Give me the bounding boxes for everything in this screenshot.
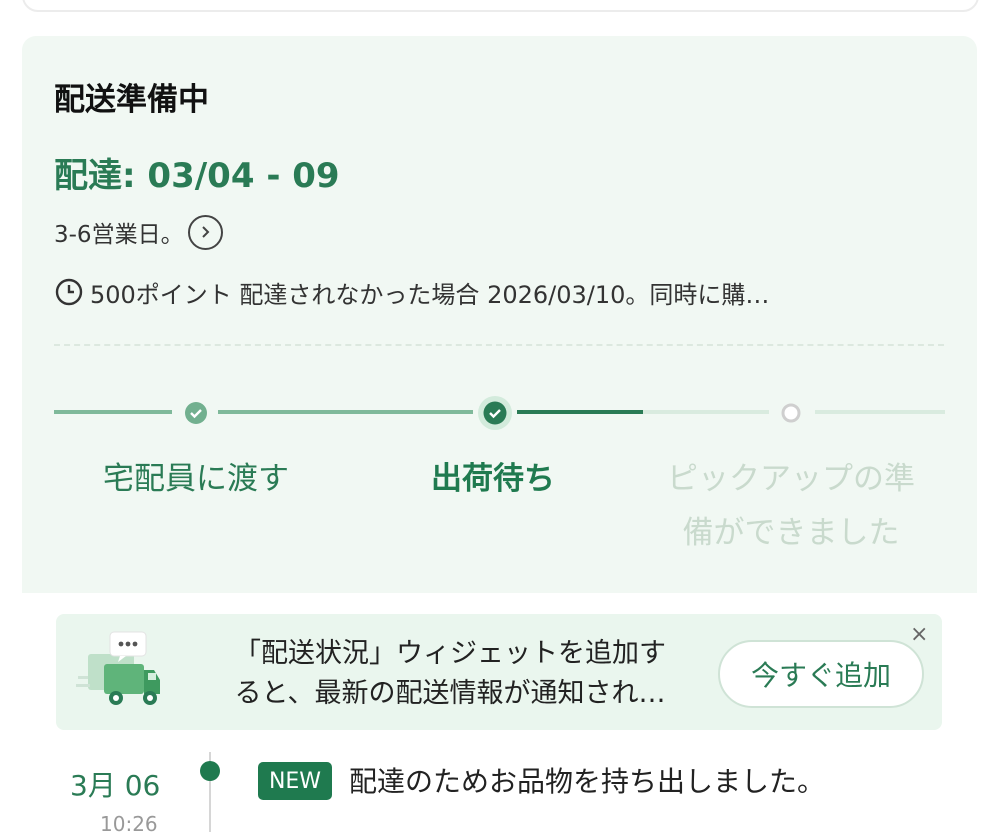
clock-icon bbox=[54, 277, 84, 307]
timeline-time: 10:26 bbox=[100, 812, 158, 836]
timeline-dot bbox=[200, 761, 220, 781]
progress-line bbox=[517, 410, 643, 414]
delivery-truck-icon bbox=[74, 628, 164, 714]
divider bbox=[54, 344, 944, 346]
points-notice-row: 500ポイント 配達されなかった場合 2026/03/10。同時に購… bbox=[54, 275, 934, 309]
step-label-awaiting-shipment: 出荷待ち bbox=[431, 461, 555, 497]
widget-promo-text-line2: ると、最新の配送情報が通知され… bbox=[234, 678, 666, 709]
new-badge: NEW bbox=[258, 762, 332, 800]
step-label-handed-to-courier: 宅配員に渡す bbox=[103, 461, 289, 497]
add-now-button[interactable]: 今すぐ追加 bbox=[718, 640, 924, 708]
step-done-check-icon bbox=[184, 401, 208, 425]
step-label-pickup-ready-line1: ピックアップの準 bbox=[667, 461, 915, 497]
status-title: 配送準備中 bbox=[54, 82, 209, 118]
progress-line bbox=[218, 410, 473, 414]
close-icon[interactable]: × bbox=[910, 622, 928, 647]
timeline-date: 3月 06 bbox=[70, 769, 161, 802]
delivery-date-range: 配達: 03/04 - 09 bbox=[54, 156, 340, 196]
step-label-pickup-ready-line2: 備ができました bbox=[682, 515, 900, 551]
business-days-row[interactable]: 3-6営業日。 bbox=[54, 214, 223, 250]
previous-card bbox=[22, 0, 979, 12]
step-current-check-icon bbox=[477, 395, 513, 431]
widget-promo-text-line1: 「配送状況」ウィジェットを追加す bbox=[234, 638, 666, 669]
step-pending-circle-icon bbox=[780, 402, 802, 424]
progress-line bbox=[815, 410, 945, 414]
widget-promo-text: 「配送状況」ウィジェットを追加す ると、最新の配送情報が通知され… bbox=[190, 634, 710, 714]
timeline-event-text: 配達のためお品物を持ち出しました。 bbox=[349, 765, 826, 798]
business-days-text: 3-6営業日。 bbox=[54, 222, 184, 248]
chevron-right-icon[interactable] bbox=[187, 214, 223, 250]
points-notice-text: 500ポイント 配達されなかった場合 2026/03/10。同時に購… bbox=[90, 280, 770, 309]
progress-line bbox=[643, 410, 769, 414]
progress-line bbox=[54, 410, 172, 414]
